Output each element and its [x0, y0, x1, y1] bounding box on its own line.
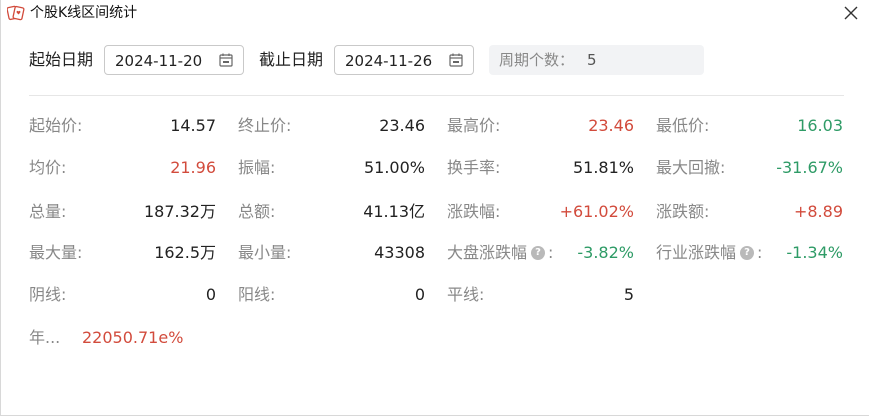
- change-pct-label: 涨跌幅:: [447, 202, 501, 221]
- total-amount-label: 总额:: [238, 202, 276, 221]
- high-price-value: 23.46: [588, 116, 634, 135]
- close-icon: [844, 6, 858, 20]
- annualized-value: 22050.71e%: [82, 328, 184, 347]
- start-price-value: 14.57: [170, 116, 216, 135]
- close-button[interactable]: [839, 2, 863, 24]
- question-circle-icon[interactable]: ?: [531, 246, 546, 260]
- end-date-picker[interactable]: 2024-11-26: [334, 45, 474, 75]
- max-volume-value: 162.5万: [154, 243, 216, 262]
- high-price-label: 最高价:: [447, 116, 501, 135]
- turnover-value: 51.81%: [572, 158, 634, 177]
- change-pct-value: +61.02%: [559, 202, 634, 221]
- title-bar: 个股K线区间统计: [1, 0, 869, 28]
- bearish-count-label: 阴线:: [29, 285, 67, 304]
- market-change-colon: :: [548, 243, 554, 262]
- start-price-label: 起始价:: [29, 116, 83, 135]
- amplitude-label: 振幅:: [238, 158, 276, 177]
- poker-cards-icon: [7, 5, 25, 21]
- total-volume-value: 187.32万: [144, 202, 216, 221]
- end-price-label: 终止价:: [238, 116, 292, 135]
- period-count-label: 周期个数：: [499, 51, 575, 69]
- date-range-controls: 起始日期 2024-11-20 截止日期 2024-11-26 周期个数： 5: [1, 44, 869, 76]
- avg-price-value: 21.96: [170, 158, 216, 177]
- max-drawdown-value: -31.67%: [776, 158, 843, 177]
- annualized-label: 年...: [29, 328, 61, 347]
- amplitude-value: 51.00%: [363, 158, 425, 177]
- flat-count-value: 5: [623, 285, 634, 304]
- market-change-label-text: 大盘涨跌幅: [447, 243, 528, 262]
- window-title: 个股K线区间统计: [30, 5, 138, 21]
- stats-window: 个股K线区间统计 起始日期 2024-11-20 截止日期 2024-11-26: [0, 0, 869, 416]
- bearish-count-value: 0: [205, 285, 216, 304]
- max-volume-label: 最大量:: [29, 243, 83, 262]
- low-price-value: 16.03: [797, 116, 843, 135]
- industry-change-colon: :: [757, 243, 763, 262]
- change-amount-value: +8.89: [793, 202, 843, 221]
- bullish-count-label: 阳线:: [238, 285, 276, 304]
- question-circle-icon[interactable]: ?: [740, 246, 755, 260]
- turnover-label: 换手率:: [447, 158, 501, 177]
- min-volume-label: 最小量:: [238, 243, 292, 262]
- bullish-count-value: 0: [414, 285, 425, 304]
- start-date-value: 2024-11-20: [115, 52, 203, 70]
- min-volume-value: 43308: [374, 243, 425, 262]
- total-volume-label: 总量:: [29, 202, 67, 221]
- period-count-value: 5: [587, 51, 597, 69]
- end-date-value: 2024-11-26: [345, 52, 433, 70]
- industry-change-label: 行业涨跌幅 ? :: [656, 242, 762, 264]
- industry-change-value: -1.34%: [786, 243, 843, 262]
- start-date-label: 起始日期: [29, 50, 94, 69]
- low-price-label: 最低价:: [656, 116, 710, 135]
- change-amount-label: 涨跌额:: [656, 202, 710, 221]
- period-count-field: 周期个数： 5: [489, 45, 704, 75]
- flat-count-label: 平线:: [447, 285, 485, 304]
- calendar-icon: [449, 53, 463, 67]
- max-drawdown-label: 最大回撤:: [656, 158, 726, 177]
- end-date-label: 截止日期: [259, 50, 324, 69]
- market-change-label: 大盘涨跌幅 ? :: [447, 242, 553, 264]
- start-date-picker[interactable]: 2024-11-20: [104, 45, 244, 75]
- divider: [29, 95, 844, 96]
- end-price-value: 23.46: [379, 116, 425, 135]
- industry-change-label-text: 行业涨跌幅: [656, 243, 737, 262]
- avg-price-label: 均价:: [29, 158, 67, 177]
- market-change-value: -3.82%: [577, 243, 634, 262]
- calendar-icon: [219, 53, 233, 67]
- total-amount-value: 41.13亿: [363, 202, 425, 221]
